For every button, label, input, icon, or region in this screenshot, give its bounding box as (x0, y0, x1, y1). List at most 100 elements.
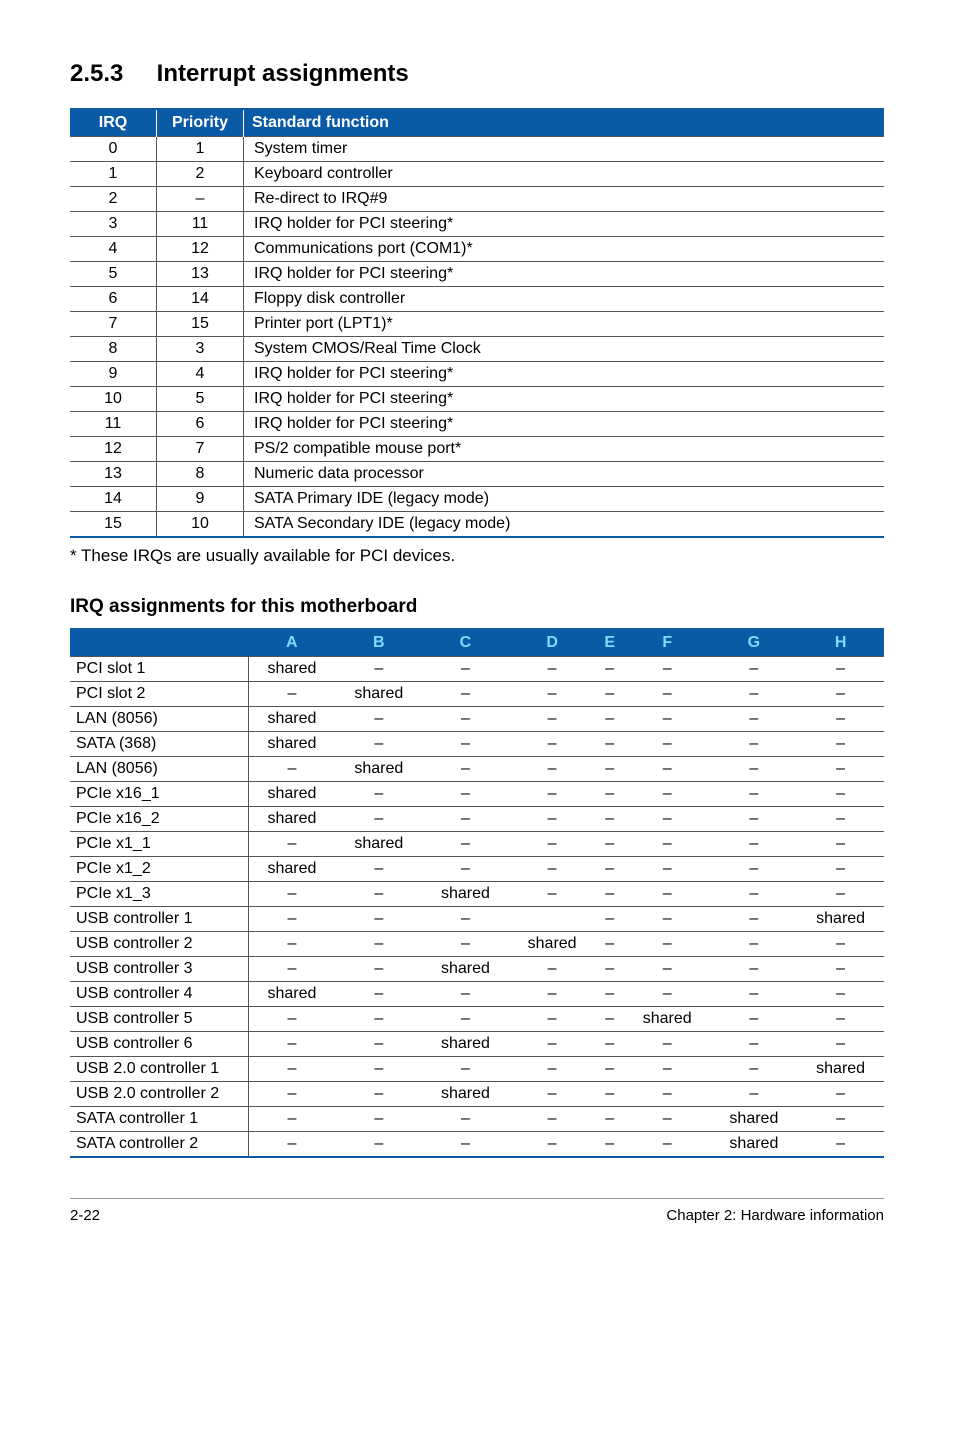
row-label: USB controller 5 (70, 1007, 248, 1032)
assign-cell: – (422, 807, 509, 832)
irq-cell: 7 (70, 312, 157, 337)
priority-cell: 13 (157, 262, 244, 287)
table-row: USB controller 6––shared––––– (70, 1032, 884, 1057)
priority-cell: 5 (157, 387, 244, 412)
assign-cell: – (624, 1132, 711, 1158)
assign-cell: – (624, 882, 711, 907)
assign-cell: shared (248, 657, 335, 682)
assign-cell: – (797, 882, 884, 907)
assign-cell: – (624, 782, 711, 807)
irq-cell: 6 (70, 287, 157, 312)
assign-cell: shared (422, 957, 509, 982)
assign-cell: – (711, 982, 798, 1007)
function-cell: Floppy disk controller (244, 287, 885, 312)
assign-cell: – (624, 982, 711, 1007)
table-row: SATA controller 2––––––shared– (70, 1132, 884, 1158)
assign-cell: – (595, 1132, 623, 1158)
assign-cell: – (509, 757, 596, 782)
assign-cell: – (711, 1007, 798, 1032)
assign-cell: shared (335, 757, 422, 782)
assign-cell: – (624, 932, 711, 957)
assign-cell: – (509, 1007, 596, 1032)
assign-header-col: B (335, 629, 422, 657)
assign-cell: – (248, 932, 335, 957)
irq-cell: 3 (70, 212, 157, 237)
assign-cell: – (797, 807, 884, 832)
irq-cell: 15 (70, 512, 157, 538)
assign-header-col: E (595, 629, 623, 657)
assign-cell: – (711, 907, 798, 932)
assign-cell: – (335, 707, 422, 732)
row-label: USB 2.0 controller 2 (70, 1082, 248, 1107)
table-row: USB controller 3––shared––––– (70, 957, 884, 982)
table-row: PCI slot 2–shared–––––– (70, 682, 884, 707)
assign-cell: – (711, 757, 798, 782)
table-row: PCIe x1_2shared––––––– (70, 857, 884, 882)
assign-cell: – (248, 1107, 335, 1132)
assign-cell: – (248, 1032, 335, 1057)
assign-cell: – (335, 932, 422, 957)
function-cell: Keyboard controller (244, 162, 885, 187)
assign-header-blank (70, 629, 248, 657)
assign-cell: – (248, 682, 335, 707)
assign-cell: – (422, 782, 509, 807)
assign-cell: – (797, 1007, 884, 1032)
table-row: SATA controller 1––––––shared– (70, 1107, 884, 1132)
assign-cell: – (624, 957, 711, 982)
assign-cell: – (595, 732, 623, 757)
assign-cell: shared (422, 1032, 509, 1057)
assign-cell: – (248, 1082, 335, 1107)
table-row: PCIe x1_3––shared––––– (70, 882, 884, 907)
priority-cell: 6 (157, 412, 244, 437)
table-row: 715Printer port (LPT1)* (70, 312, 884, 337)
function-cell: SATA Primary IDE (legacy mode) (244, 487, 885, 512)
row-label: USB controller 3 (70, 957, 248, 982)
priority-cell: 12 (157, 237, 244, 262)
function-cell: IRQ holder for PCI steering* (244, 387, 885, 412)
assign-cell: – (335, 1007, 422, 1032)
assign-cell: – (797, 782, 884, 807)
function-cell: Printer port (LPT1)* (244, 312, 885, 337)
assign-cell: – (335, 1132, 422, 1158)
assign-cell: – (711, 807, 798, 832)
row-label: PCIe x1_2 (70, 857, 248, 882)
assign-cell: – (595, 957, 623, 982)
assign-cell: – (422, 907, 509, 932)
row-label: PCIe x1_1 (70, 832, 248, 857)
priority-cell: 9 (157, 487, 244, 512)
assign-cell: – (711, 732, 798, 757)
table-row: USB controller 1––––––shared (70, 907, 884, 932)
assign-cell: – (509, 982, 596, 1007)
assign-cell: – (509, 782, 596, 807)
assign-cell: – (595, 782, 623, 807)
assign-cell: – (797, 757, 884, 782)
assign-cell: shared (335, 832, 422, 857)
irq-table: IRQ Priority Standard function 01System … (70, 108, 884, 538)
row-label: PCIe x16_1 (70, 782, 248, 807)
priority-cell: 1 (157, 137, 244, 162)
footer-page: 2-22 (70, 1207, 100, 1224)
assign-cell: shared (797, 907, 884, 932)
table-row: 94IRQ holder for PCI steering* (70, 362, 884, 387)
assign-cell: – (711, 957, 798, 982)
irq-header-priority: Priority (157, 109, 244, 137)
assign-cell: – (711, 882, 798, 907)
assign-cell: – (422, 732, 509, 757)
section-title: Interrupt assignments (157, 60, 409, 87)
assign-cell: shared (711, 1107, 798, 1132)
priority-cell: 15 (157, 312, 244, 337)
assign-cell: – (248, 907, 335, 932)
assign-cell: – (711, 1082, 798, 1107)
row-label: LAN (8056) (70, 707, 248, 732)
assign-cell: – (797, 932, 884, 957)
assign-cell: – (422, 1107, 509, 1132)
function-cell: IRQ holder for PCI steering* (244, 412, 885, 437)
table-row: 127PS/2 compatible mouse port* (70, 437, 884, 462)
assign-cell: shared (248, 857, 335, 882)
irq-cell: 2 (70, 187, 157, 212)
table-row: PCIe x16_2shared––––––– (70, 807, 884, 832)
priority-cell: 11 (157, 212, 244, 237)
irq-header-func: Standard function (244, 109, 885, 137)
assign-cell: – (595, 1082, 623, 1107)
irq-cell: 11 (70, 412, 157, 437)
